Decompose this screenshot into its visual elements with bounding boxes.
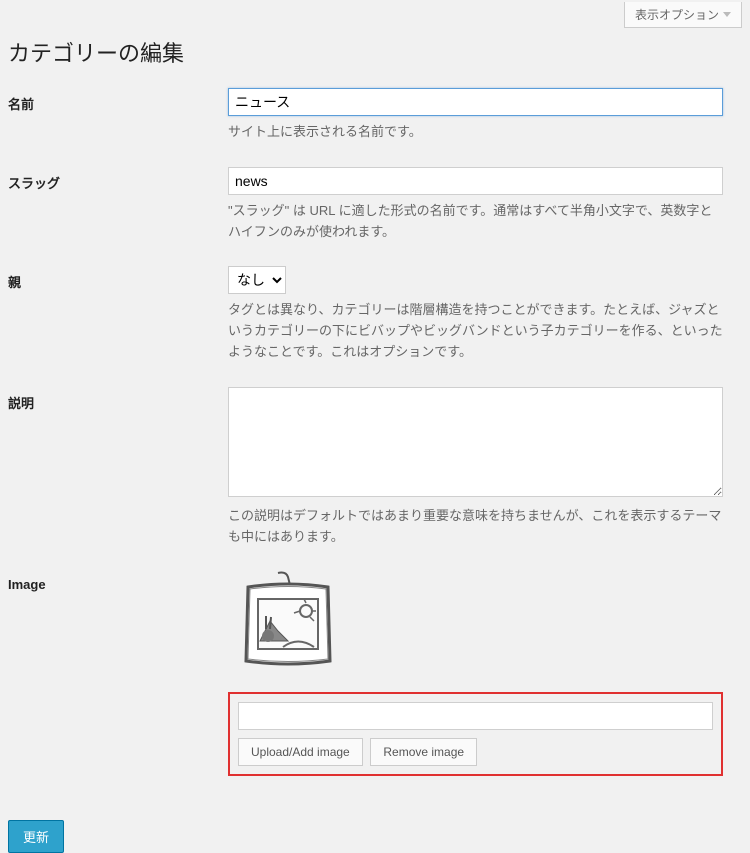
screen-options-label: 表示オプション bbox=[635, 6, 719, 23]
name-description: サイト上に表示される名前です。 bbox=[228, 122, 723, 143]
remove-image-button[interactable]: Remove image bbox=[370, 738, 477, 766]
submit-button[interactable]: 更新 bbox=[8, 820, 64, 853]
description-textarea[interactable] bbox=[228, 387, 723, 497]
upload-add-image-button[interactable]: Upload/Add image bbox=[238, 738, 363, 766]
slug-input[interactable] bbox=[228, 167, 723, 195]
parent-label: 親 bbox=[8, 266, 228, 291]
slug-description: "スラッグ" は URL に適した形式の名前です。通常はすべて半角小文字で、英数… bbox=[228, 201, 723, 243]
slug-label: スラッグ bbox=[8, 167, 228, 192]
screen-options-button[interactable]: 表示オプション bbox=[624, 2, 742, 28]
parent-description: タグとは異なり、カテゴリーは階層構造を持つことができます。たとえば、ジャズという… bbox=[228, 300, 723, 362]
image-controls-highlight: Upload/Add image Remove image bbox=[228, 692, 723, 776]
chevron-down-icon bbox=[723, 12, 731, 17]
image-preview bbox=[228, 571, 348, 684]
description-label: 説明 bbox=[8, 387, 228, 412]
image-path-input[interactable] bbox=[238, 702, 713, 730]
name-label: 名前 bbox=[8, 88, 228, 113]
parent-select[interactable]: なし bbox=[228, 266, 286, 294]
description-help: この説明はデフォルトではあまり重要な意味を持ちませんが、これを表示するテーマも中… bbox=[228, 506, 723, 548]
image-label: Image bbox=[8, 571, 228, 592]
page-title: カテゴリーの編集 bbox=[8, 36, 742, 68]
name-input[interactable] bbox=[228, 88, 723, 116]
